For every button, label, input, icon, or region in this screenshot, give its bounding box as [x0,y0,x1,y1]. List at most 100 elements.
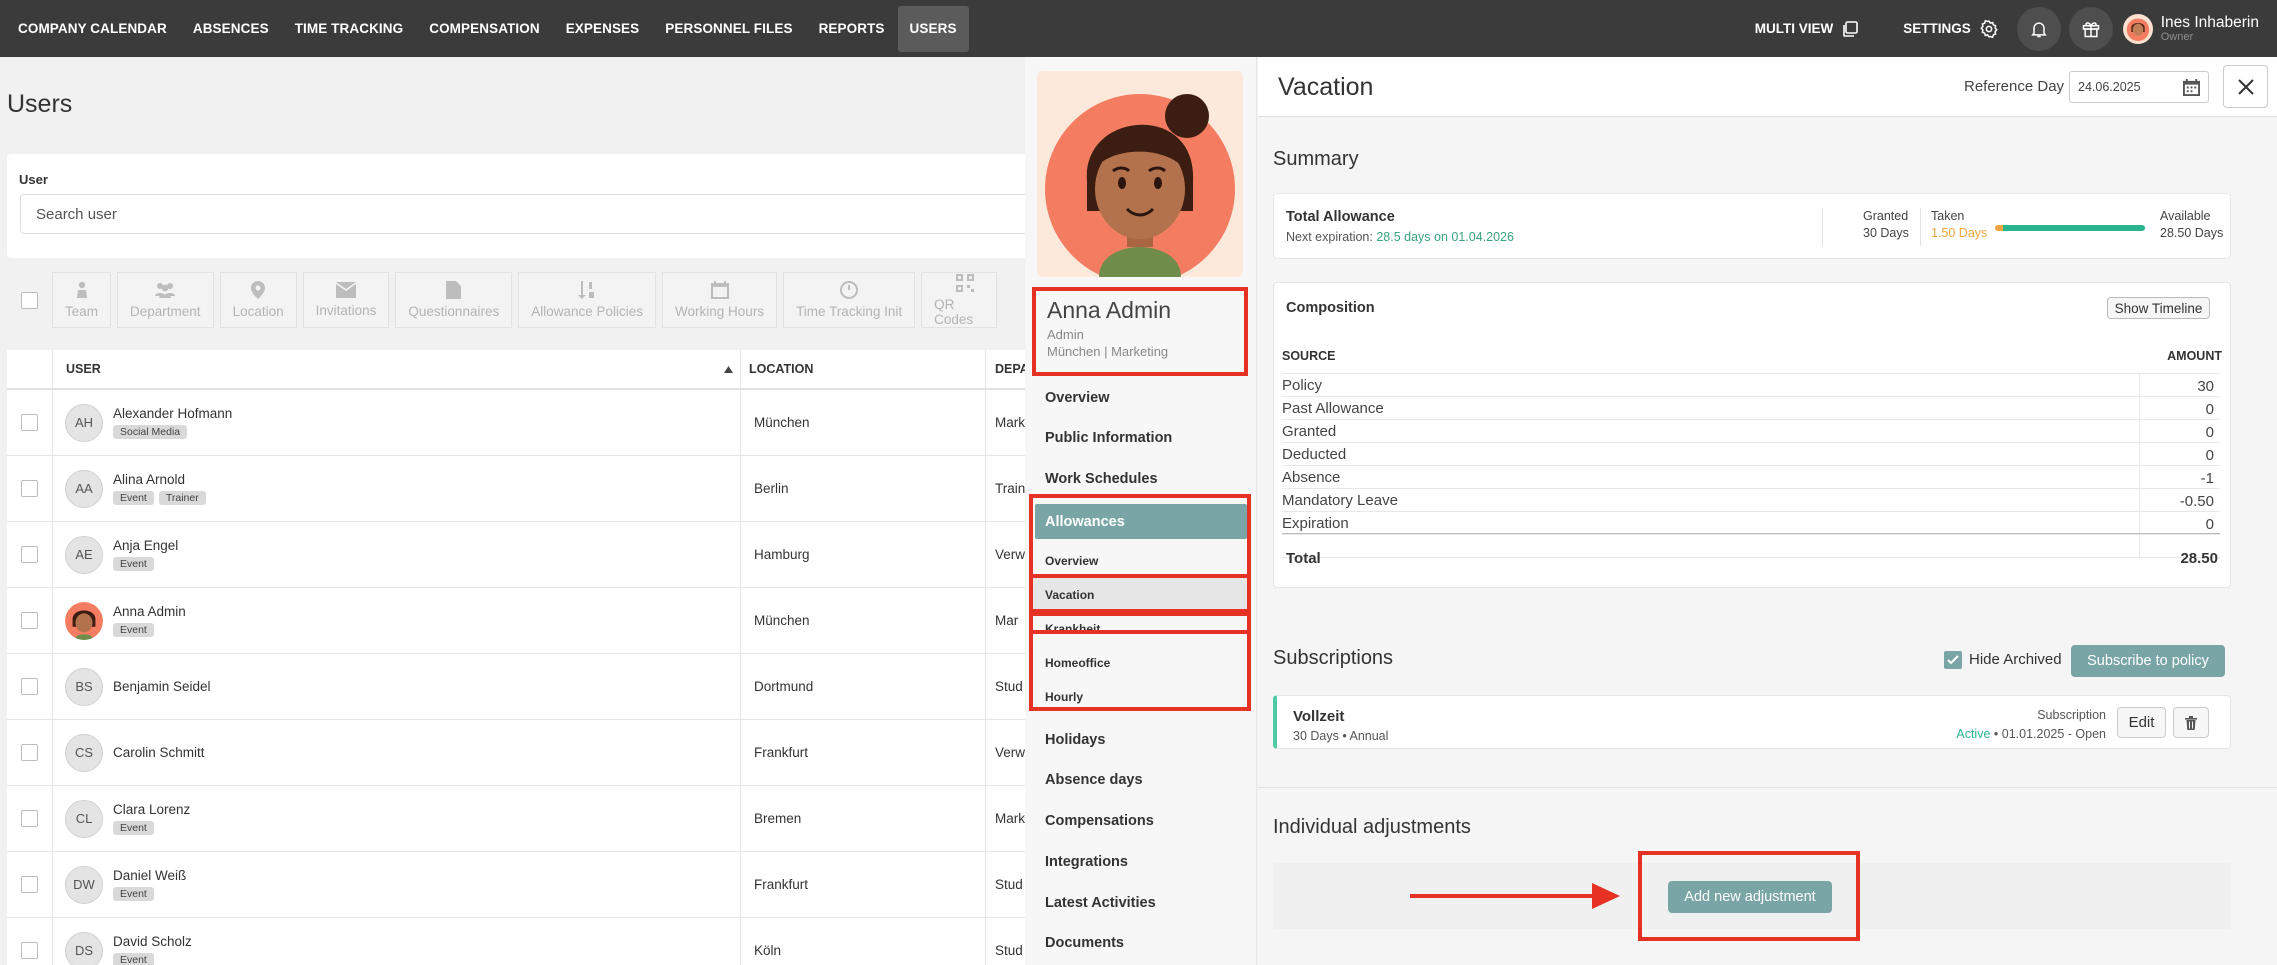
close-button[interactable] [2223,65,2268,108]
user-location: Frankfurt [754,745,809,760]
edit-subscription-button[interactable]: Edit [2117,707,2166,738]
menu-holidays[interactable]: Holidays [1045,732,1105,748]
user-department: Mark [995,811,1025,826]
reference-day-input[interactable]: 24.06.2025 [2069,71,2209,103]
user-department: Verw [995,745,1026,760]
toolbar-department-button[interactable]: Department [117,272,214,328]
nav-compensation[interactable]: COMPENSATION [416,0,552,57]
table-row[interactable]: CS Carolin Schmitt Frankfurt Verw [7,720,1037,786]
column-user[interactable]: USER [66,362,101,376]
show-timeline-button[interactable]: Show Timeline [2107,297,2210,319]
nav-reports[interactable]: REPORTS [806,0,898,57]
toolbar-label: Invitations [315,303,377,318]
table-row[interactable]: DS David Scholz Event Köln Stud [7,918,1037,965]
nav-company-calendar[interactable]: COMPANY CALENDAR [0,0,180,57]
user-tags: Event [113,623,533,637]
section-divider [1258,787,2277,788]
user-cell: Anna Admin Event [113,604,533,637]
row-checkbox-cell [7,654,53,719]
row-checkbox[interactable] [21,546,38,563]
row-checkbox-cell [7,720,53,785]
gift-icon [2082,21,2099,37]
notifications-button[interactable] [2016,6,2061,51]
row-checkbox[interactable] [21,810,38,827]
user-cell: Clara Lorenz Event [113,802,533,835]
toolbar-location-button[interactable]: Location [219,272,297,328]
row-checkbox[interactable] [21,480,38,497]
gift-button[interactable] [2068,6,2113,51]
page-title: Users [7,90,73,118]
toolbar-allowance-policies-button[interactable]: Allowance Policies [518,272,657,328]
toolbar-questionnaires-button[interactable]: Questionnaires [395,272,513,328]
column-divider [985,390,986,455]
composition-row: Absence -1 [1282,466,2220,489]
delete-subscription-button[interactable] [2173,707,2209,738]
arrow-pointer-icon [1410,883,1620,909]
row-checkbox[interactable] [21,678,38,695]
user-department: Mar [995,613,1019,628]
sort-ascending-icon[interactable] [724,366,733,373]
nav-expenses[interactable]: EXPENSES [553,0,653,57]
user-department: Verw [995,547,1026,562]
toolbar-team-button[interactable]: Team [52,272,112,328]
column-location[interactable]: LOCATION [749,362,813,376]
menu-overview[interactable]: Overview [1045,390,1110,406]
toolbar-invitations-button[interactable]: Invitations [302,272,390,328]
user-department: Mark [995,415,1025,430]
toolbar-qr-codes-button[interactable]: QR Codes [921,272,998,328]
nav-absences[interactable]: ABSENCES [180,0,282,57]
menu-documents[interactable]: Documents [1045,935,1124,951]
user-tag: Event [113,491,154,505]
table-row[interactable]: CL Clara Lorenz Event Bremen Mark [7,786,1037,852]
subscription-card: Vollzeit 30 Days • Annual Subscription A… [1273,695,2231,749]
hide-archived-checkbox[interactable] [1944,651,1962,669]
settings-button[interactable]: SETTINGS [1903,19,1999,39]
user-menu[interactable]: Ines Inhaberin Owner [2122,13,2259,44]
avatar: DW [65,865,103,904]
table-row[interactable]: AH Alexander Hofmann Social Media Münche… [7,390,1037,456]
nav-users[interactable]: USERS [897,5,969,52]
users-table: USER LOCATION DEPA AH Alexander Hofmann … [7,350,1037,965]
column-department[interactable]: DEPA [995,362,1029,376]
granted-stat: Granted 30 Days [1863,208,1909,242]
envelope-icon [336,282,356,298]
column-divider [985,786,986,851]
vacation-detail-panel: Vacation Reference Day 24.06.2025 Summar… [1258,57,2277,965]
table-row[interactable]: AE Anja Engel Event Hamburg Verw [7,522,1037,588]
subscribe-to-policy-button[interactable]: Subscribe to policy [2071,645,2225,677]
column-divider [740,522,741,587]
menu-latest-activities[interactable]: Latest Activities [1045,895,1156,911]
nav-time-tracking[interactable]: TIME TRACKING [282,0,417,57]
toolbar-time-tracking-init-button[interactable]: Time Tracking Init [783,272,916,328]
multi-view-button[interactable]: MULTI VIEW [1755,20,1860,38]
menu-compensations[interactable]: Compensations [1045,813,1154,829]
row-checkbox[interactable] [21,942,38,959]
table-row[interactable]: Anna Admin Event München Mar [7,588,1037,654]
select-all-checkbox[interactable] [21,291,38,309]
search-input[interactable]: Search user [20,194,1050,234]
nav-personnel-files[interactable]: PERSONNEL FILES [652,0,805,57]
row-checkbox[interactable] [21,612,38,629]
composition-amount: -0.50 [2179,493,2214,510]
column-divider [985,720,986,785]
menu-public-information[interactable]: Public Information [1045,430,1172,446]
calendar-icon[interactable] [2183,79,2200,96]
toolbar-working-hours-button[interactable]: Working Hours [662,272,778,328]
person-icon [76,281,87,298]
table-row[interactable]: BS Benjamin Seidel Dortmund Stud [7,654,1037,720]
total-value: 28.50 [2180,550,2218,567]
table-row[interactable]: DW Daniel Weiß Event Frankfurt Stud [7,852,1037,918]
row-checkbox[interactable] [21,744,38,761]
row-checkbox[interactable] [21,876,38,893]
toolbar-label: Allowance Policies [531,304,644,319]
menu-work-schedules[interactable]: Work Schedules [1045,471,1158,487]
row-checkbox-cell [7,852,53,917]
total-allowance-label: Total Allowance [1286,209,1395,225]
menu-integrations[interactable]: Integrations [1045,854,1128,870]
menu-absence-days[interactable]: Absence days [1045,772,1143,788]
column-divider [985,852,986,917]
toolbar-label: Department [130,304,201,319]
table-row[interactable]: AA Alina Arnold Event Trainer Berlin Trai… [7,456,1037,522]
row-checkbox[interactable] [21,414,38,431]
user-tag: Event [113,953,154,965]
